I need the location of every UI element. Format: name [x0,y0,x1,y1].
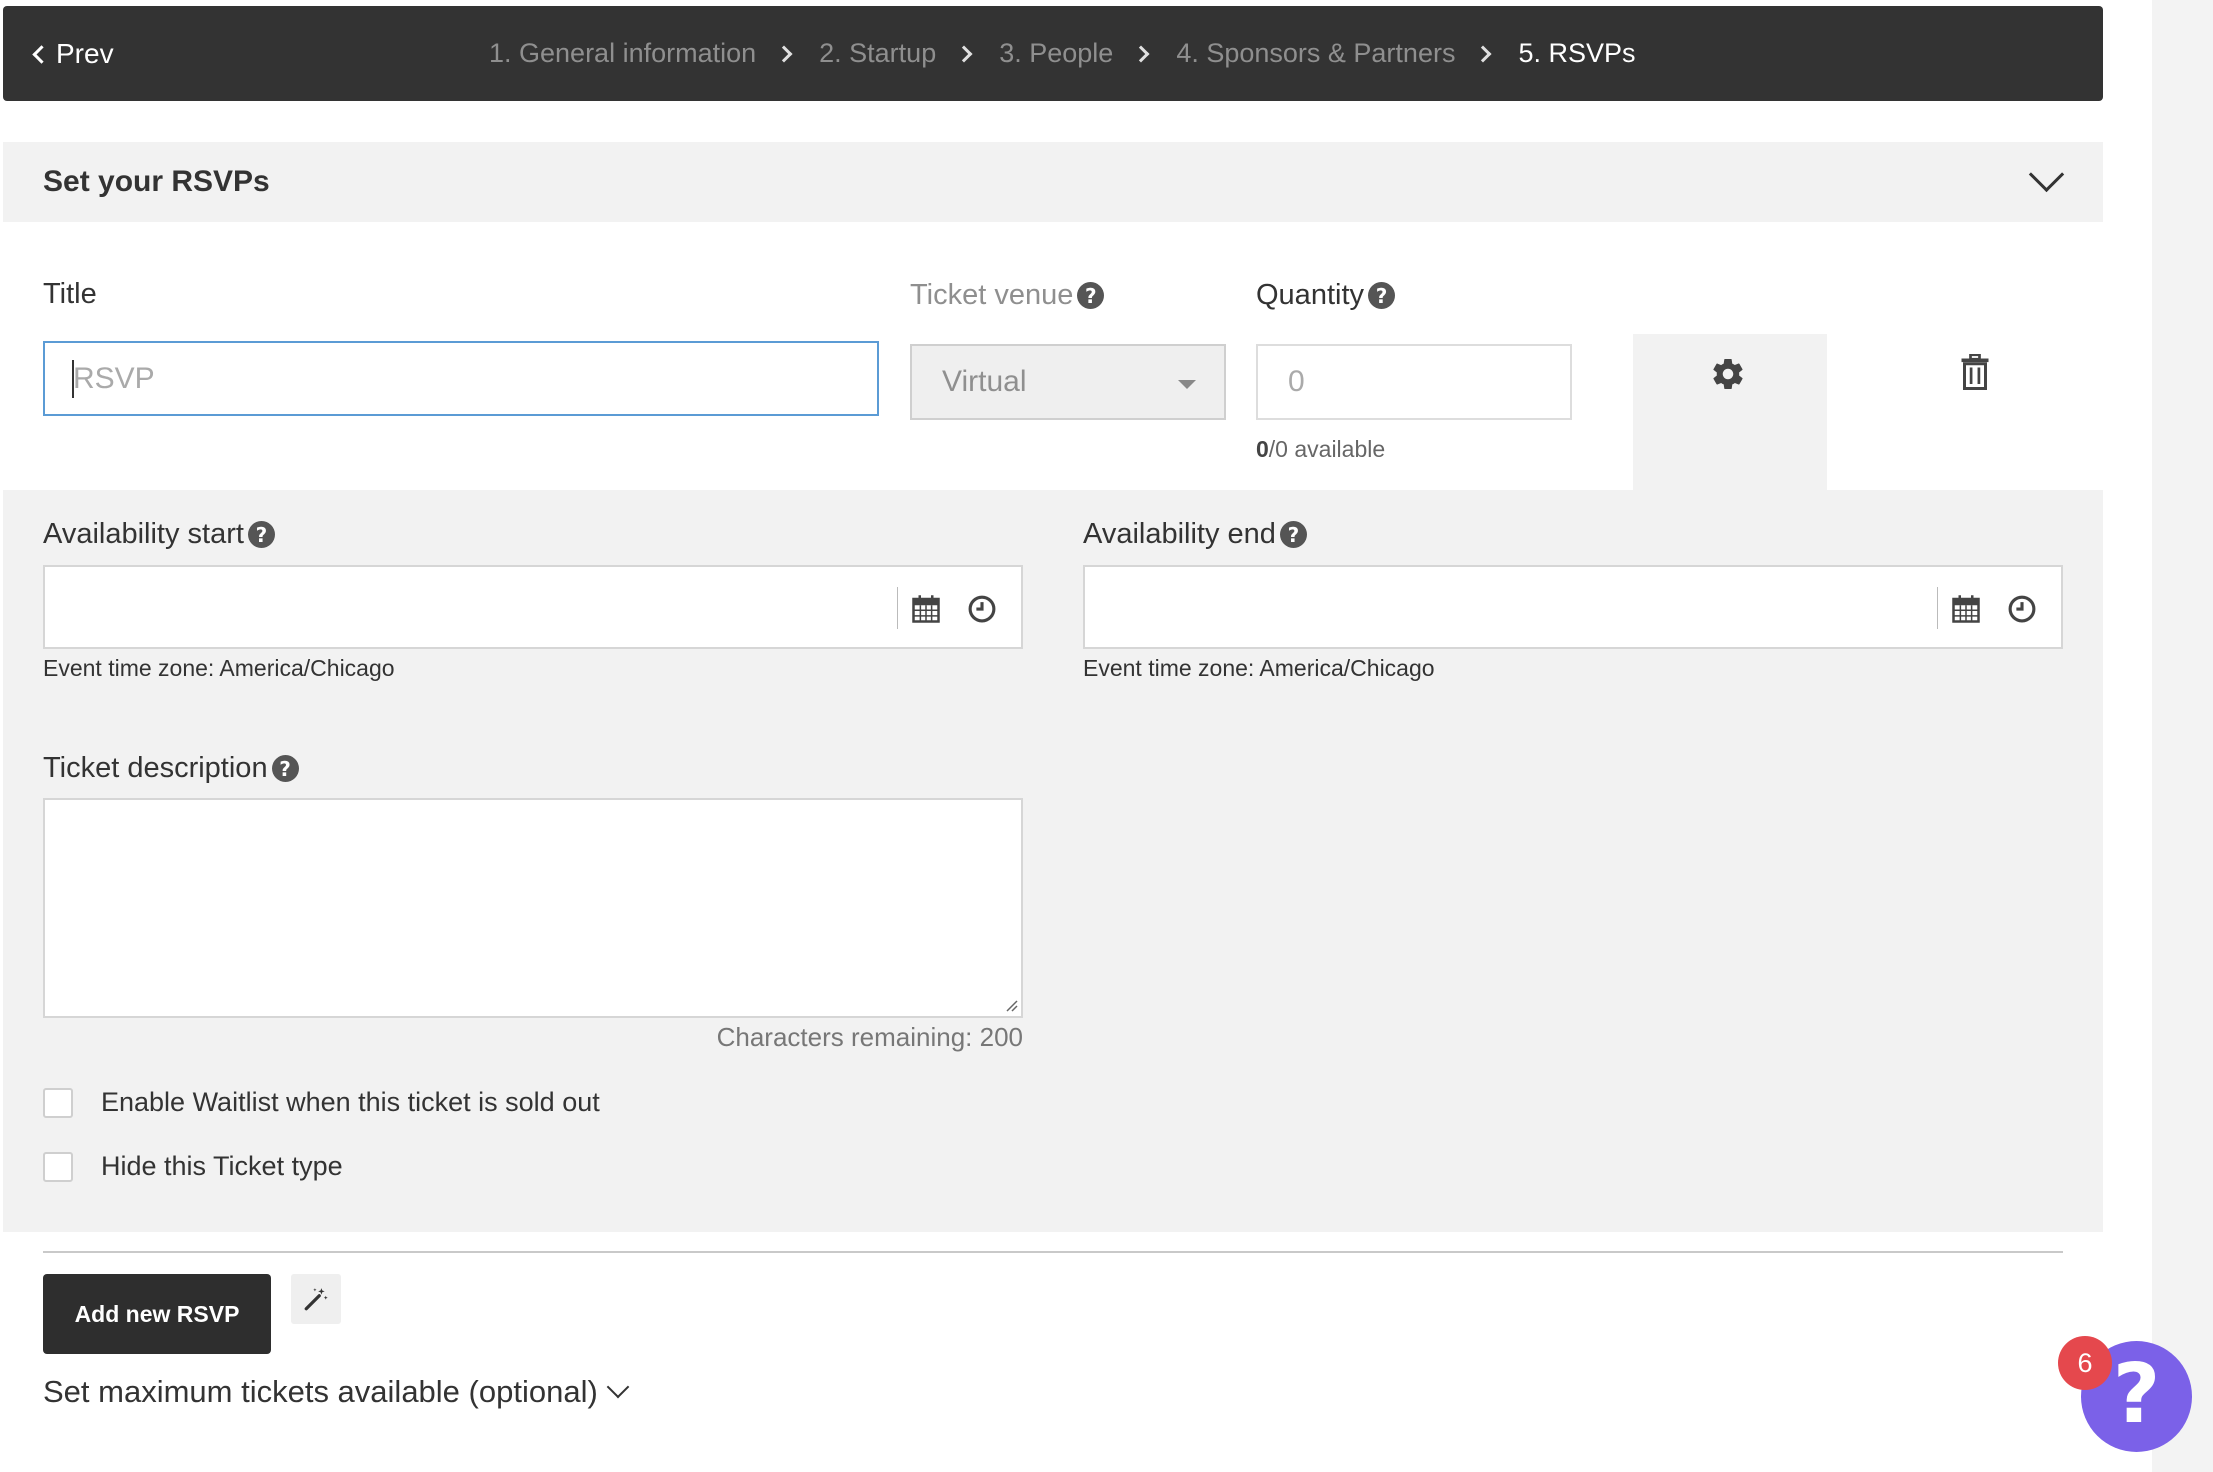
chevron-down-icon [606,1375,630,1399]
clock-icon[interactable] [2007,594,2037,624]
ticket-venue-select[interactable]: Virtual [910,344,1226,420]
timezone-note-end: Event time zone: America/Chicago [1083,655,1435,681]
magic-wand-button[interactable] [291,1274,341,1324]
available-count: 0/0 available [1256,436,1385,463]
rsvp-section-header[interactable]: Set your RSVPs [3,142,2103,222]
ticket-venue-label-text: Ticket venue [910,279,1074,311]
ticket-description-textarea[interactable] [43,798,1023,1018]
help-icon[interactable]: ? [247,521,275,548]
magic-wand-icon [304,1288,328,1311]
waitlist-option[interactable]: Enable Waitlist when this ticket is sold… [43,1087,600,1118]
availability-end-field [1083,565,2063,649]
calendar-icon[interactable] [911,594,941,624]
availability-start-label-text: Availability start [43,518,244,550]
waitlist-checkbox[interactable] [43,1087,73,1118]
help-icon[interactable]: ? [1279,521,1307,548]
page-scroll-gutter [2152,0,2213,1472]
availability-end-input[interactable] [1085,567,1943,649]
step-rsvps[interactable]: 5. RSVPs [1518,38,1635,69]
text-cursor [72,360,74,398]
gear-icon[interactable] [1710,356,1746,392]
chevron-right-icon [1132,45,1150,62]
availability-start-input[interactable] [45,567,903,649]
hide-ticket-checkbox[interactable] [43,1151,73,1182]
step-sponsors-partners[interactable]: 4. Sponsors & Partners [1176,38,1455,69]
hide-ticket-label: Hide this Ticket type [101,1151,343,1181]
help-icon[interactable]: ? [1077,282,1105,309]
ticket-description-label-text: Ticket description [43,752,268,784]
help-icon[interactable]: ? [271,755,299,782]
divider [43,1251,2063,1253]
wizard-steps: 1. General information 2. Startup 3. Peo… [489,6,1636,101]
availability-end-label-text: Availability end [1083,518,1276,550]
trash-icon[interactable] [1960,354,1990,390]
ticket-description-label: Ticket description ? [43,752,299,785]
step-people[interactable]: 3. People [999,38,1113,69]
title-label: Title [43,278,97,311]
timezone-note-start: Event time zone: America/Chicago [43,655,395,681]
question-mark-icon: ? [2112,1346,2161,1442]
step-startup[interactable]: 2. Startup [819,38,936,69]
step-general-information[interactable]: 1. General information [489,38,756,69]
chevron-right-icon [955,45,973,62]
chevron-right-icon [1474,45,1492,62]
title-label-text: Title [43,278,97,310]
waitlist-label: Enable Waitlist when this ticket is sold… [101,1087,600,1117]
caret-down-icon [1178,380,1196,389]
prev-button[interactable]: Prev [32,6,114,101]
chevron-right-icon [775,45,793,62]
wizard-step-bar: Prev 1. General information 2. Startup 3… [3,6,2103,101]
max-tickets-label: Set maximum tickets available (optional) [43,1374,598,1409]
chevron-down-icon[interactable] [2028,156,2065,193]
availability-start-field [43,565,1023,649]
section-title: Set your RSVPs [43,165,270,198]
quantity-label-text: Quantity [1256,279,1364,311]
hide-ticket-option[interactable]: Hide this Ticket type [43,1151,343,1182]
clock-icon[interactable] [967,594,997,624]
ticket-venue-value: Virtual [942,365,1027,398]
available-sold: 0 [1256,436,1269,462]
quantity-input[interactable] [1256,344,1572,420]
availability-start-label: Availability start ? [43,518,275,551]
availability-end-label: Availability end ? [1083,518,1307,551]
prev-label: Prev [56,37,114,69]
notification-badge: 6 [2058,1336,2112,1390]
field-divider [897,587,898,629]
help-icon[interactable]: ? [1368,282,1395,309]
chevron-left-icon [32,45,51,64]
resize-grip-icon[interactable] [1004,998,1018,1012]
available-total: /0 available [1268,436,1386,462]
characters-remaining: Characters remaining: 200 [716,1022,1023,1052]
calendar-icon[interactable] [1951,594,1981,624]
field-divider [1937,587,1938,629]
quantity-label: Quantity ? [1256,279,1395,312]
max-tickets-toggle[interactable]: Set maximum tickets available (optional) [43,1374,630,1410]
add-new-rsvp-button[interactable]: Add new RSVP [43,1274,271,1354]
title-input[interactable] [43,341,879,416]
ticket-venue-label: Ticket venue ? [910,279,1105,312]
